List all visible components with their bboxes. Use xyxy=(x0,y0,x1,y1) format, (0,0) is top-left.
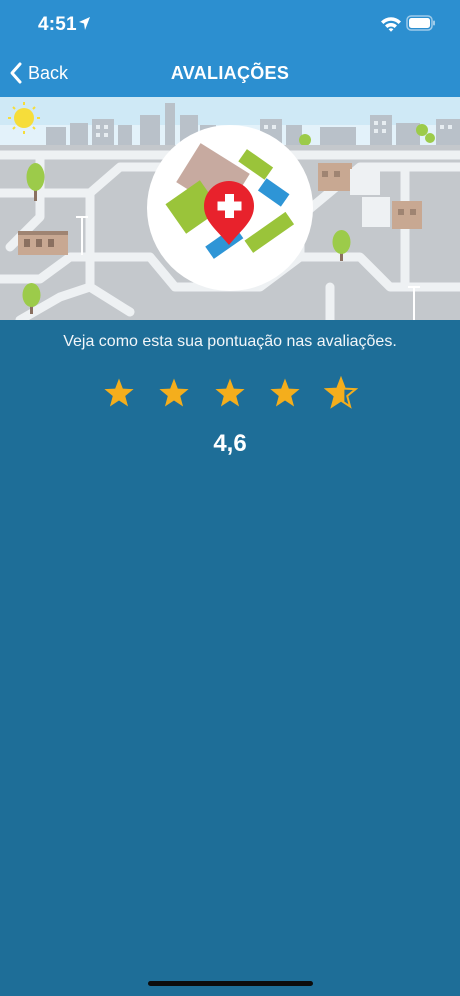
battery-icon xyxy=(406,15,435,31)
wifi-icon xyxy=(381,17,401,32)
star-rating xyxy=(0,376,460,416)
star-icon xyxy=(270,378,300,407)
page-title: AVALIAÇÕES xyxy=(170,63,290,83)
star-icon xyxy=(159,378,189,407)
city-map-banner xyxy=(0,97,460,320)
status-bar: 4:51 xyxy=(0,0,460,50)
location-arrow-icon xyxy=(79,17,90,30)
status-time: 4:51 xyxy=(38,14,77,35)
navigation-bar: Back AVALIAÇÕES xyxy=(0,50,460,97)
top-bar: 4:51 Back AVALIAÇÕES xyxy=(0,0,460,97)
star-icon xyxy=(104,378,134,407)
city-map-illustration xyxy=(0,97,460,320)
rating-description: Veja como esta sua pontuação nas avaliaç… xyxy=(63,333,397,350)
half-star-icon xyxy=(324,376,358,409)
star-icon xyxy=(215,378,245,407)
home-indicator[interactable] xyxy=(148,981,313,986)
rating-value: 4,6 xyxy=(213,430,247,457)
